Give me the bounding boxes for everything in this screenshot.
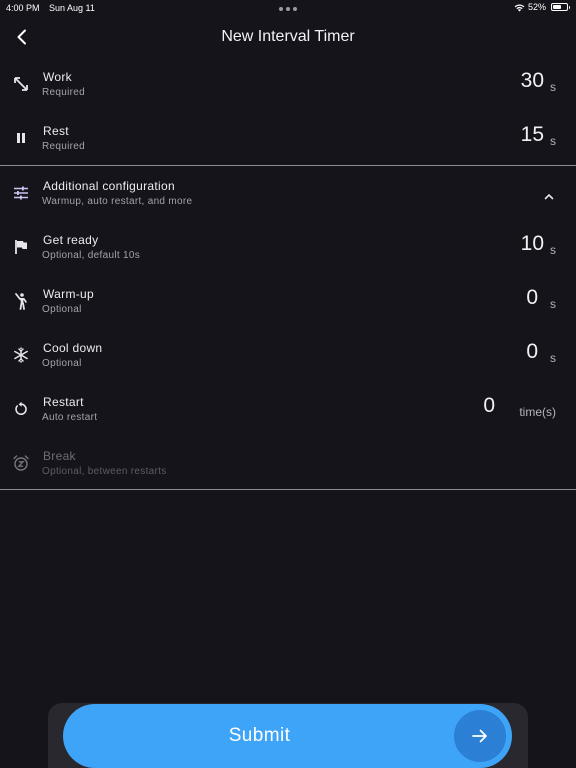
work-unit: s [550, 80, 556, 94]
get-ready-row[interactable]: Get ready Optional, default 10s 10 s [0, 225, 576, 279]
rest-title: Rest [43, 124, 69, 138]
warm-up-value[interactable]: 0 [526, 286, 538, 310]
flag-icon [12, 238, 30, 256]
person-stretching-icon [12, 292, 30, 310]
battery-percent: 52% [527, 2, 546, 12]
work-row[interactable]: Work Required 30 s [0, 62, 576, 116]
break-row: Break Optional, between restarts [0, 441, 576, 495]
work-subtitle: Required [42, 87, 85, 98]
restart-value[interactable]: 0 [483, 394, 495, 418]
rest-value[interactable]: 15 [521, 123, 544, 147]
break-subtitle: Optional, between restarts [42, 466, 167, 477]
expand-arrows-icon [12, 75, 30, 93]
restart-icon [12, 400, 30, 418]
get-ready-value[interactable]: 10 [521, 232, 544, 256]
wifi-icon [514, 4, 525, 12]
page-title: New Interval Timer [221, 28, 355, 45]
get-ready-subtitle: Optional, default 10s [42, 250, 141, 261]
status-right: 52% [514, 2, 570, 12]
submit-label: Submit [228, 725, 291, 746]
multitasking-dots-icon[interactable] [279, 7, 297, 11]
break-title: Break [43, 449, 76, 463]
restart-unit: time(s) [519, 405, 556, 419]
additional-configuration-subtitle: Warmup, auto restart, and more [42, 196, 193, 207]
additional-configuration-title: Additional configuration [43, 179, 175, 193]
cool-down-subtitle: Optional [42, 358, 82, 369]
status-date: Sun Aug 11 [49, 3, 95, 13]
nav-bar: New Interval Timer [0, 20, 576, 54]
pause-icon [12, 129, 30, 147]
arrow-right-icon[interactable] [454, 710, 506, 762]
warm-up-title: Warm-up [43, 287, 94, 301]
rest-unit: s [550, 134, 556, 148]
cool-down-title: Cool down [43, 341, 103, 355]
section-divider [0, 165, 576, 166]
cool-down-value[interactable]: 0 [526, 340, 538, 364]
warm-up-subtitle: Optional [42, 304, 82, 315]
battery-icon [551, 3, 570, 11]
status-time: 4:00 PM [6, 3, 40, 13]
snowflake-icon [12, 346, 30, 364]
sliders-icon [12, 184, 30, 202]
warm-up-unit: s [550, 297, 556, 311]
rest-row[interactable]: Rest Required 15 s [0, 116, 576, 170]
snooze-alarm-icon [12, 454, 30, 472]
additional-configuration-row[interactable]: Additional configuration Warmup, auto re… [0, 171, 576, 225]
work-title: Work [43, 70, 72, 84]
rest-subtitle: Required [42, 141, 85, 152]
status-bar: 4:00 PM Sun Aug 11 52% [0, 0, 576, 18]
restart-subtitle: Auto restart [42, 412, 98, 423]
chevron-up-icon[interactable] [542, 189, 556, 203]
get-ready-title: Get ready [43, 233, 99, 247]
cool-down-row[interactable]: Cool down Optional 0 s [0, 333, 576, 387]
restart-row[interactable]: Restart Auto restart 0 time(s) [0, 387, 576, 441]
submit-button[interactable]: Submit [63, 704, 512, 768]
work-value[interactable]: 30 [521, 69, 544, 93]
restart-title: Restart [43, 395, 84, 409]
cool-down-unit: s [550, 351, 556, 365]
warm-up-row[interactable]: Warm-up Optional 0 s [0, 279, 576, 333]
section-divider-bottom [0, 489, 576, 490]
get-ready-unit: s [550, 243, 556, 257]
